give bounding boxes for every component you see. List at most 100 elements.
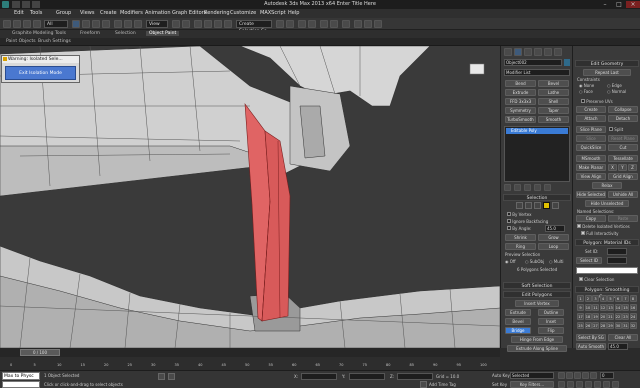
snap-icon[interactable] [194, 20, 202, 28]
msmooth-button[interactable]: MSmooth [576, 155, 606, 162]
grow-button[interactable]: Grow [538, 234, 569, 241]
rotate-icon[interactable] [124, 20, 132, 28]
set-key-button[interactable]: Set Key [492, 382, 507, 387]
smoothing-group-button[interactable]: 11 [592, 304, 599, 311]
detach-button[interactable]: Detach [608, 115, 638, 122]
unlink-icon[interactable] [33, 20, 41, 28]
edge-mode-icon[interactable] [525, 202, 532, 209]
unhide-all-button[interactable]: Unhide All [608, 191, 638, 198]
smoothing-group-button[interactable]: 4 [599, 295, 607, 302]
select-id-field[interactable] [607, 257, 627, 264]
smoothing-group-button[interactable]: 10 [584, 304, 592, 311]
smoothing-group-button[interactable]: 13 [607, 304, 614, 311]
hide-unselected-button[interactable]: Hide Unselected [585, 200, 629, 207]
manipulate-icon[interactable] [182, 20, 190, 28]
zoom-icon[interactable] [558, 381, 565, 388]
key-filters-button[interactable]: Key Filters... [510, 381, 554, 388]
insert-vertex-button[interactable]: Insert Vertex [515, 300, 559, 307]
hide-selected-button[interactable]: Hide Selected [576, 191, 606, 198]
bevel-poly-button[interactable]: Bevel [505, 318, 531, 325]
select-by-sg-button[interactable]: Select By SG [576, 334, 606, 341]
schematic-icon[interactable] [330, 20, 338, 28]
outline-button[interactable]: Outline [538, 309, 564, 316]
border-mode-icon[interactable] [534, 202, 541, 209]
play-icon[interactable] [574, 372, 581, 379]
smoothing-group-button[interactable]: 24 [629, 313, 637, 320]
graphite-icon[interactable] [308, 20, 316, 28]
menu-graph-editors[interactable]: Graph Editors [172, 10, 206, 16]
object-name-field[interactable]: Object002 [504, 59, 562, 66]
repeat-last-button[interactable]: Repeat Last [583, 69, 631, 76]
shrink-button[interactable]: Shrink [505, 234, 536, 241]
auto-smooth-field[interactable]: 45.0 [608, 343, 628, 350]
time-slider[interactable]: 0 / 100 [0, 348, 500, 357]
percent-snap-icon[interactable] [214, 20, 222, 28]
edit-polygons-header[interactable]: Edit Polygons [503, 291, 571, 298]
select-by-name-icon[interactable] [82, 20, 90, 28]
ignore-backfacing-option[interactable]: Ignore Backfacing [507, 219, 548, 224]
object-color-swatch[interactable] [564, 59, 570, 66]
select-object-icon[interactable] [72, 20, 80, 28]
extrude-button[interactable]: Extrude [505, 309, 531, 316]
menu-group[interactable]: Group [56, 10, 71, 16]
slice-button[interactable]: Slice [576, 135, 606, 142]
current-frame-field[interactable]: 0 [600, 372, 614, 379]
window-crossing-icon[interactable] [102, 20, 110, 28]
smoothing-group-button[interactable]: 1 [577, 295, 584, 302]
utilities-tab-icon[interactable] [554, 48, 562, 56]
selection-filter-dropdown[interactable]: All [44, 20, 68, 28]
go-to-end-icon[interactable] [590, 372, 597, 379]
hierarchy-tab-icon[interactable] [524, 48, 532, 56]
angle-snap-icon[interactable] [204, 20, 212, 28]
create-tab-icon[interactable] [504, 48, 512, 56]
ring-button[interactable]: Ring [505, 243, 536, 250]
paint-objects-panel[interactable]: Paint Objects [6, 39, 36, 44]
preview-multi-option[interactable]: ○ Multi [549, 259, 564, 264]
smoothing-groups-header[interactable]: Polygon: Smoothing Groups [575, 286, 639, 300]
preview-subobj-option[interactable]: ○ SubObj [525, 259, 544, 264]
preview-off-option[interactable]: ◉ Off [505, 259, 516, 264]
render-frame-icon[interactable] [364, 20, 372, 28]
smoothing-group-button[interactable]: 31 [622, 322, 629, 329]
smoothing-group-button[interactable]: 26 [584, 322, 592, 329]
absolute-mode-icon[interactable] [168, 373, 175, 380]
extrude-mod-button[interactable]: Extrude [505, 89, 536, 96]
polygon-mode-icon[interactable] [543, 202, 550, 209]
material-ids-header[interactable]: Polygon: Material IDs [575, 239, 639, 246]
track-bar[interactable]: 0 5 10 15 20 25 30 35 40 45 50 55 60 65 70 75 80 85 90 95 10… [0, 357, 500, 370]
x-coord-field[interactable] [301, 373, 337, 380]
perspective-viewport[interactable] [0, 46, 500, 348]
maxscript-output-field[interactable] [2, 381, 40, 388]
hinge-from-edge-button[interactable]: Hinge From Edge [511, 336, 563, 343]
selection-rollout-header[interactable]: Selection [503, 194, 571, 201]
maximize-icon[interactable]: □ [612, 1, 626, 8]
quickslice-button[interactable]: QuickSlice [576, 144, 606, 151]
shell-button[interactable]: Shell [538, 98, 569, 105]
lock-selection-icon[interactable] [158, 373, 165, 380]
motion-tab-icon[interactable] [534, 48, 542, 56]
menu-maxscript[interactable]: MAXScript [260, 10, 286, 16]
make-unique-icon[interactable] [524, 184, 531, 191]
add-time-tag-button[interactable]: Add Time Tag [429, 382, 456, 387]
modifier-stack[interactable]: Editable Poly [504, 126, 570, 182]
flip-button[interactable]: Flip [538, 327, 564, 334]
curve-editor-icon[interactable] [320, 20, 328, 28]
soft-selection-header[interactable]: Soft Selection [503, 282, 571, 289]
smoothing-group-button[interactable]: 30 [614, 322, 622, 329]
edit-geometry-header[interactable]: Edit Geometry [575, 60, 639, 67]
paste-button[interactable]: Paste [608, 215, 638, 222]
render-icon[interactable] [374, 20, 382, 28]
orbit-icon[interactable] [603, 381, 610, 388]
new-icon[interactable] [12, 1, 20, 8]
split-option[interactable]: Split [609, 127, 623, 132]
menu-create[interactable]: Create [100, 10, 117, 16]
create-button[interactable]: Create [576, 106, 606, 113]
redo-icon[interactable] [13, 20, 21, 28]
menu-tools[interactable]: Tools [30, 10, 42, 16]
material-editor-icon[interactable] [342, 20, 350, 28]
minimize-icon[interactable]: – [598, 1, 612, 8]
tab-graphite-modeling[interactable]: Graphite Modeling Tools [12, 31, 66, 36]
select-id-button[interactable]: Select ID [576, 257, 602, 264]
pan-icon[interactable] [594, 381, 601, 388]
reset-plane-button[interactable]: Reset Plane [608, 135, 638, 142]
